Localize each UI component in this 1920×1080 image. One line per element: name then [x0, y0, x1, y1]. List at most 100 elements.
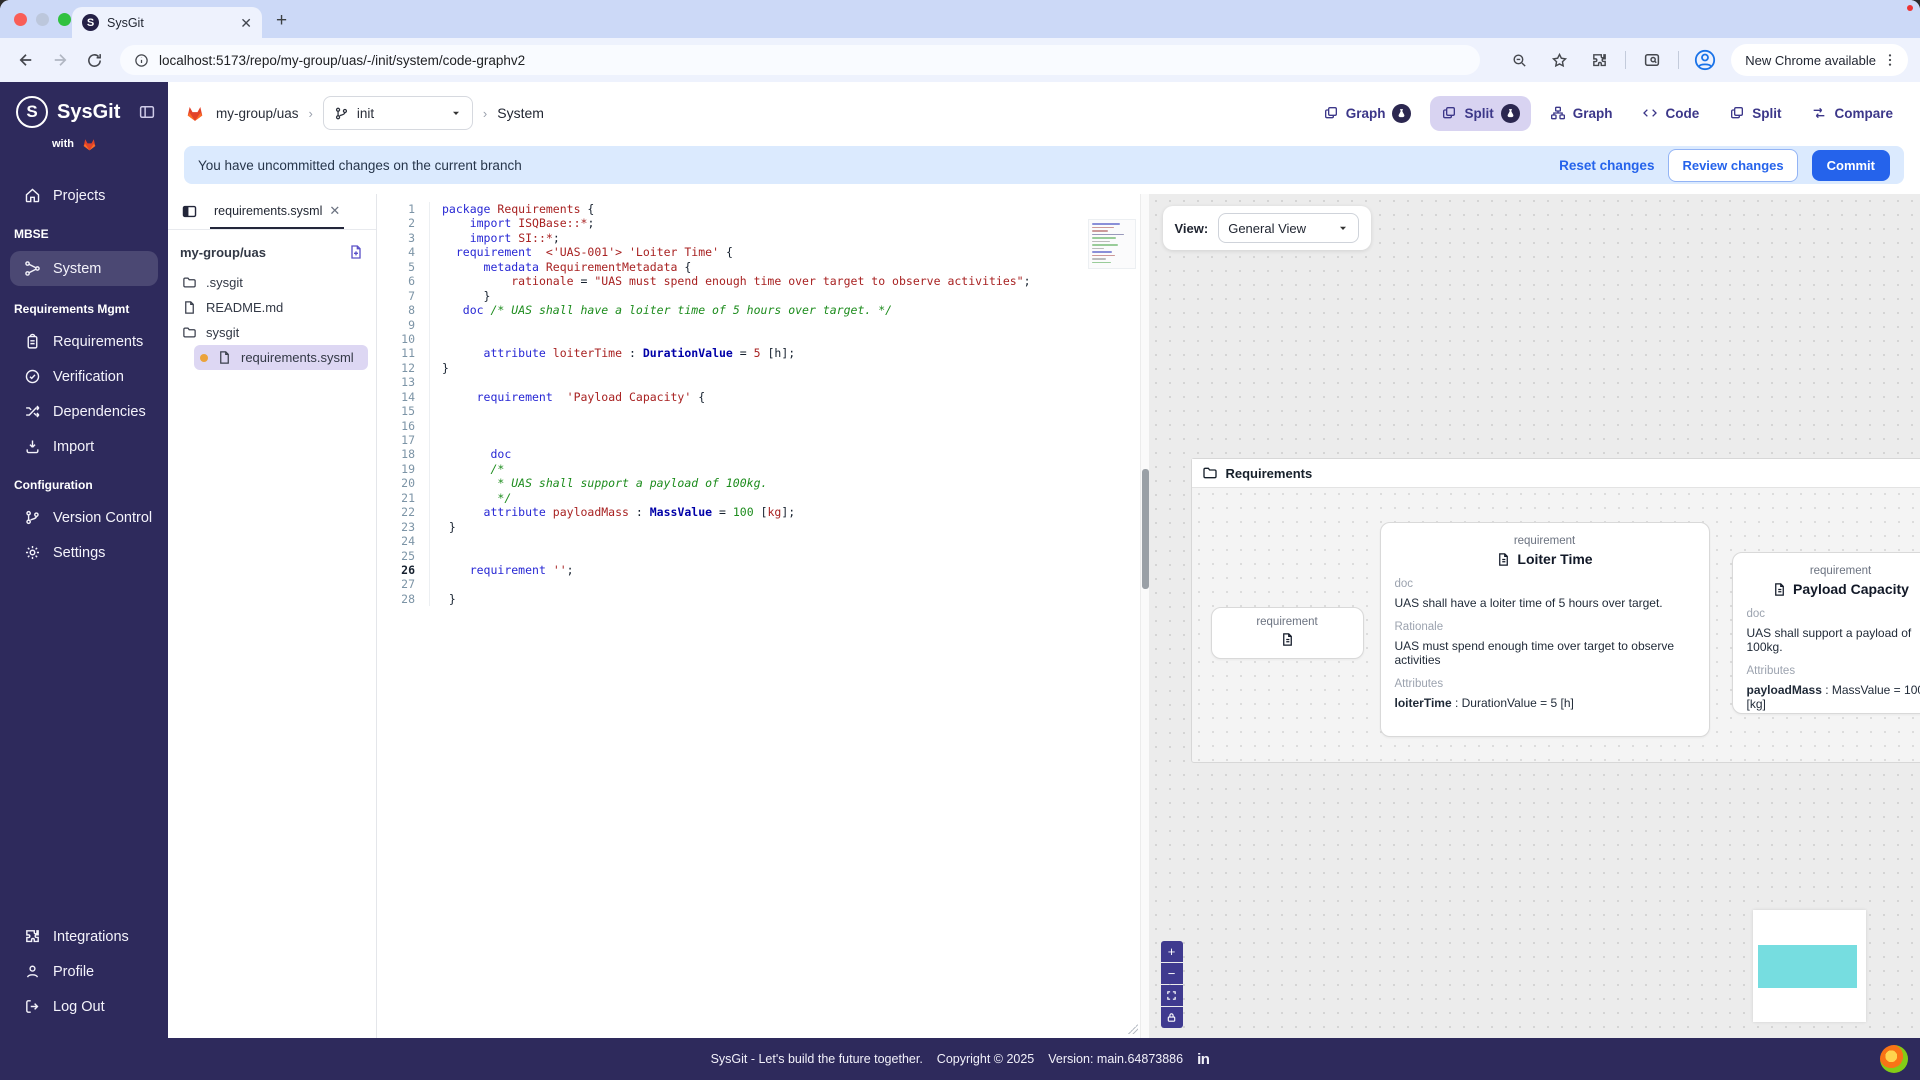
code-line-16[interactable]: 16: [377, 418, 1149, 433]
kebab-menu-icon[interactable]: [1882, 52, 1898, 68]
sidebar-item-integrations[interactable]: Integrations: [0, 919, 168, 954]
code-line-19[interactable]: 19 /*: [377, 461, 1149, 477]
code-line-27[interactable]: 27: [377, 577, 1149, 592]
file-tree-root[interactable]: my-group/uas: [176, 242, 368, 270]
code-content: package Requirements {: [429, 202, 594, 217]
close-tab-icon[interactable]: ✕: [329, 203, 340, 219]
code-line-28[interactable]: 28 }: [377, 591, 1149, 607]
view-button-graph-beta[interactable]: Graph: [1312, 96, 1423, 131]
view-button-split[interactable]: Split: [1718, 97, 1792, 129]
minimap-viewport[interactable]: [1758, 945, 1857, 988]
open-file-tab[interactable]: requirements.sysml ✕: [210, 194, 345, 229]
zoom-in-button[interactable]: +: [1160, 941, 1183, 962]
sidebar-item-verification[interactable]: Verification: [0, 359, 168, 394]
code-line-11[interactable]: 11 attribute loiterTime : DurationValue …: [377, 346, 1149, 361]
sidebar-collapse-icon[interactable]: [138, 103, 156, 121]
requirement-card-payload-capacity[interactable]: requirement Payload Capacity doc UAS shall …: [1731, 552, 1920, 714]
zoom-out-icon[interactable]: [1505, 46, 1533, 74]
linkedin-icon[interactable]: in: [1197, 1051, 1210, 1068]
sidebar-item-projects[interactable]: Projects: [0, 178, 168, 213]
chrome-update-button[interactable]: New Chrome available: [1731, 44, 1908, 76]
scrollbar-thumb[interactable]: [1141, 469, 1149, 589]
code-line-4[interactable]: 4 requirement <'UAS-001'> 'Loiter Time' …: [377, 245, 1149, 260]
sidebar-item-label: Projects: [53, 187, 106, 204]
new-tab-button[interactable]: +: [276, 10, 287, 32]
address-bar[interactable]: localhost:5173/repo/my-group/uas/-/init/…: [120, 45, 1480, 75]
sidebar-item-logout[interactable]: Log Out: [0, 989, 168, 1024]
code-line-8[interactable]: 8 doc /* UAS shall have a loiter time of…: [377, 303, 1149, 318]
graph-minimap[interactable]: [1753, 910, 1866, 1022]
code-line-3[interactable]: 3 import SI::*;: [377, 230, 1149, 246]
code-line-14[interactable]: 14 requirement 'Payload Capacity' {: [377, 389, 1149, 405]
sidebar-item-profile[interactable]: Profile: [0, 954, 168, 989]
code-line-24[interactable]: 24: [377, 534, 1149, 549]
lock-button[interactable]: [1160, 1007, 1183, 1028]
sidebar-bottom-nav: Integrations Profile Log Out: [0, 919, 168, 1030]
bookmark-star-icon[interactable]: [1545, 46, 1573, 74]
tab-close-icon[interactable]: ✕: [240, 16, 252, 30]
code-line-22[interactable]: 22 attribute payloadMass : MassValue = 1…: [377, 505, 1149, 520]
code-line-2[interactable]: 2 import ISQBase::*;: [377, 216, 1149, 231]
close-window-button[interactable]: [14, 13, 27, 26]
sidebar-item-version-control[interactable]: Version Control: [0, 500, 168, 535]
code-line-6[interactable]: 6 rationale = "UAS must spend enough tim…: [377, 274, 1149, 289]
tree-item--sysgit[interactable]: .sysgit: [176, 270, 368, 295]
browser-tab[interactable]: S SysGit ✕: [72, 7, 262, 38]
editor-scrollbar[interactable]: [1139, 194, 1149, 1038]
code-line-21[interactable]: 21 */: [377, 490, 1149, 506]
code-editor[interactable]: 1 package Requirements {2 import ISQBase:…: [377, 194, 1149, 1038]
view-button-compare[interactable]: Compare: [1800, 97, 1904, 129]
requirement-card-unnamed[interactable]: requirement: [1210, 607, 1364, 659]
code-line-9[interactable]: 9: [377, 317, 1149, 332]
commit-button[interactable]: Commit: [1811, 149, 1890, 181]
code-line-26[interactable]: 26 requirement '';: [377, 562, 1149, 578]
graph-canvas[interactable]: View: General View Requirements requirem…: [1148, 194, 1920, 1038]
forward-icon[interactable]: [46, 46, 74, 74]
fullscreen-window-button[interactable]: [58, 13, 71, 26]
new-file-icon[interactable]: [348, 244, 364, 260]
fit-view-button[interactable]: [1160, 985, 1183, 1006]
editor-minimap[interactable]: [1088, 220, 1135, 268]
package-header[interactable]: Requirements: [1191, 459, 1920, 488]
tree-item-requirements-sysml[interactable]: requirements.sysml: [194, 345, 368, 370]
tree-item-sysgit[interactable]: sysgit: [176, 320, 368, 345]
branch-selector[interactable]: init: [322, 96, 473, 130]
explorer-toggle-icon[interactable]: [176, 199, 202, 225]
code-line-13[interactable]: 13: [377, 375, 1149, 390]
code-line-25[interactable]: 25: [377, 548, 1149, 563]
review-changes-button[interactable]: Review changes: [1668, 148, 1798, 182]
code-line-5[interactable]: 5 metadata RequirementMetadata {: [377, 259, 1149, 275]
code-line-10[interactable]: 10: [377, 331, 1149, 347]
tree-item-README-md[interactable]: README.md: [176, 295, 368, 320]
reload-icon[interactable]: [80, 46, 108, 74]
view-button-split-beta[interactable]: Split: [1430, 95, 1531, 131]
sidebar-item-requirements[interactable]: Requirements: [0, 324, 168, 359]
sidebar-item-import[interactable]: Import: [0, 429, 168, 464]
extensions-icon[interactable]: [1585, 46, 1613, 74]
sidebar-item-settings[interactable]: Settings: [0, 535, 168, 570]
code-line-20[interactable]: 20 * UAS shall support a payload of 100k…: [377, 476, 1149, 491]
code-line-23[interactable]: 23 }: [377, 519, 1149, 535]
profile-avatar-icon[interactable]: [1691, 46, 1719, 74]
breadcrumb-group[interactable]: my-group/uas: [216, 106, 299, 121]
requirements-package-node[interactable]: Requirements requirement requirement Loite…: [1190, 458, 1920, 763]
tab-search-icon[interactable]: [1638, 46, 1666, 74]
view-button-graph[interactable]: Graph: [1539, 97, 1624, 129]
code-line-15[interactable]: 15: [377, 404, 1149, 419]
sidebar-item-dependencies[interactable]: Dependencies: [0, 394, 168, 429]
view-button-code[interactable]: Code: [1631, 97, 1710, 129]
code-line-18[interactable]: 18 doc: [377, 447, 1149, 462]
zoom-out-button[interactable]: −: [1160, 963, 1183, 984]
minimize-window-button[interactable]: [36, 13, 49, 26]
sidebar-item-system[interactable]: System: [10, 251, 158, 286]
view-select[interactable]: General View: [1218, 213, 1359, 243]
panel-resize-handle[interactable]: [1127, 1024, 1138, 1034]
code-line-12[interactable]: 12}: [377, 360, 1149, 376]
site-info-icon[interactable]: [134, 53, 149, 68]
code-line-1[interactable]: 1 package Requirements {: [377, 202, 1149, 217]
requirement-card-loiter-time[interactable]: requirement Loiter Time doc UAS shall have …: [1379, 522, 1710, 737]
back-icon[interactable]: [12, 46, 40, 74]
code-line-17[interactable]: 17: [377, 433, 1149, 448]
code-line-7[interactable]: 7 }: [377, 288, 1149, 304]
reset-changes-button[interactable]: Reset changes: [1559, 158, 1654, 173]
